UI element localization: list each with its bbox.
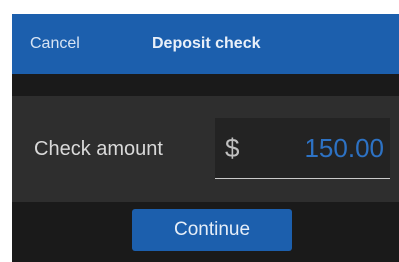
page-title: Deposit check (152, 35, 261, 52)
deposit-check-screen: Cancel Deposit check Check amount $ 150.… (12, 14, 399, 262)
currency-symbol: $ (225, 133, 240, 163)
check-amount-label: Check amount (34, 138, 163, 160)
cancel-button[interactable]: Cancel (30, 14, 80, 74)
check-amount-row: Check amount $ 150.00 (12, 96, 399, 202)
check-amount-input[interactable]: $ 150.00 (215, 118, 390, 179)
section-spacer (12, 74, 399, 96)
continue-button[interactable]: Continue (132, 209, 292, 251)
check-amount-value: 150.00 (304, 133, 384, 163)
nav-bar: Cancel Deposit check (12, 14, 399, 74)
